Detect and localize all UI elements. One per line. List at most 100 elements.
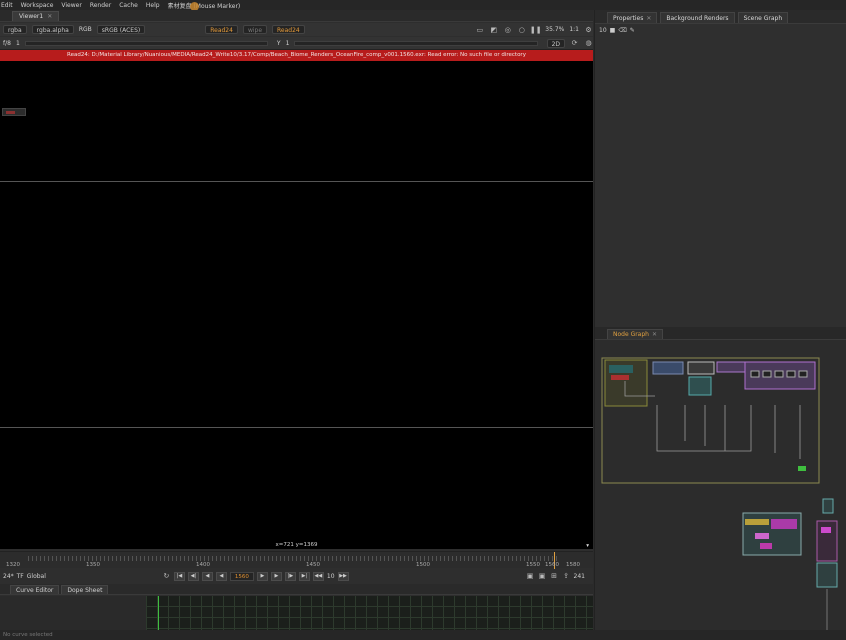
tab-background-renders-label: Background Renders xyxy=(666,15,729,22)
clear-icon[interactable]: ⌫ xyxy=(618,27,626,34)
tab-viewer1[interactable]: Viewer1 ✕ xyxy=(12,11,60,21)
menu-help[interactable]: Help xyxy=(146,2,160,9)
step-increment[interactable]: 10 xyxy=(327,573,335,580)
wipe-dropdown[interactable]: wipe xyxy=(242,25,268,34)
node-graph-canvas[interactable] xyxy=(595,341,846,630)
guide-line-bottom xyxy=(0,427,593,428)
out-point-icon[interactable]: ▣ xyxy=(538,572,547,581)
menu-viewer[interactable]: Viewer xyxy=(61,2,81,9)
menu-workspace[interactable]: Workspace xyxy=(21,2,54,9)
export-icon[interactable]: ⇪ xyxy=(562,572,571,581)
fstop-label: f/8 xyxy=(3,39,11,47)
menu-cache[interactable]: Cache xyxy=(119,2,138,9)
channels-dropdown[interactable]: rgba xyxy=(3,25,27,34)
input-b-dropdown[interactable]: Read24 xyxy=(272,25,305,34)
timeline[interactable]: 1320 1350 1400 1450 1500 1550 1560 1580 xyxy=(0,551,593,569)
proxy-dropdown[interactable]: 1:1 xyxy=(569,26,579,33)
gain-slider[interactable] xyxy=(24,40,268,46)
overlay-icon[interactable]: ◎ xyxy=(503,25,512,34)
tab-scene-graph[interactable]: Scene Graph xyxy=(737,12,789,23)
clipping-icon[interactable]: ◩ xyxy=(489,25,498,34)
coords-text: x=721 y=1369 xyxy=(275,542,318,548)
tab-curve-editor[interactable]: Curve Editor xyxy=(10,585,60,594)
pixel-coordinates: x=721 y=1369 ▾ xyxy=(0,541,593,549)
pause-icon[interactable]: ❚❚ xyxy=(530,25,542,34)
close-icon[interactable]: ✕ xyxy=(47,13,52,20)
refresh-icon[interactable]: ⟳ xyxy=(570,39,579,48)
node xyxy=(755,533,769,539)
node-write xyxy=(798,466,806,471)
current-frame-field[interactable]: 1560 xyxy=(229,571,254,581)
edit-icon[interactable]: ✎ xyxy=(630,27,635,34)
max-panels-field[interactable]: 10 xyxy=(599,27,607,34)
in-point-icon[interactable]: ▣ xyxy=(526,572,535,581)
node xyxy=(798,370,808,378)
node xyxy=(750,370,760,378)
lut-icon[interactable]: ○ xyxy=(517,25,526,34)
tab-properties[interactable]: Properties ✕ xyxy=(607,12,658,23)
skip-forward-button[interactable]: ▶▶ xyxy=(337,571,349,581)
node xyxy=(786,370,796,378)
menu-plugin[interactable]: 素材复盘 (Mouse Marker) xyxy=(168,1,241,10)
step-back-button[interactable]: ◀ xyxy=(201,571,213,581)
bottom-tab-bar: Curve Editor Dope Sheet xyxy=(0,584,593,595)
input-a-dropdown[interactable]: Read24 xyxy=(205,25,238,34)
zoom-dropdown[interactable]: 35.7% xyxy=(545,26,564,33)
prev-keyframe-button[interactable]: ◀| xyxy=(187,571,199,581)
loop-icon[interactable]: ↻ xyxy=(162,572,171,581)
first-frame-button[interactable]: |◀ xyxy=(173,571,185,581)
format-indicator xyxy=(2,108,26,116)
tick-label: 1560 xyxy=(545,562,559,568)
play-backward-button[interactable]: ◀ xyxy=(215,571,227,581)
properties-toolbar: 10 ■ ⌫ ✎ xyxy=(599,27,635,34)
tab-properties-label: Properties xyxy=(613,15,644,22)
next-keyframe-button[interactable]: |▶ xyxy=(284,571,296,581)
tf-dropdown[interactable]: TF xyxy=(17,573,24,580)
tab-dope-sheet[interactable]: Dope Sheet xyxy=(61,585,109,594)
node xyxy=(771,519,797,529)
display-dropdown[interactable]: sRGB (ACES) xyxy=(96,25,146,34)
expand-icon[interactable]: ▾ xyxy=(586,542,589,550)
node xyxy=(611,375,629,380)
viewer-canvas[interactable] xyxy=(0,61,593,541)
timeline-numbers: 1320 1350 1400 1450 1500 1550 1560 1580 xyxy=(0,562,593,569)
wipe-toggle-icon[interactable]: ◍ xyxy=(584,39,593,48)
roi-icon[interactable]: ▭ xyxy=(475,25,484,34)
node xyxy=(816,562,838,588)
close-icon[interactable]: ✕ xyxy=(646,15,651,22)
menu-bar: Edit Workspace Viewer Render Cache Help … xyxy=(0,0,846,10)
view-mode-dropdown[interactable]: 2D xyxy=(546,38,565,48)
range-icon[interactable]: ⊞ xyxy=(550,572,559,581)
settings-icon[interactable]: ⚙ xyxy=(584,25,593,34)
node-connections xyxy=(624,381,801,459)
status-bar: No curve selected xyxy=(0,630,846,640)
step-forward-button[interactable]: ▶ xyxy=(270,571,282,581)
node-graph-panel: Node Graph ✕ xyxy=(594,327,846,630)
node-graph-drawing xyxy=(601,357,838,630)
skip-back-button[interactable]: ◀◀ xyxy=(312,571,324,581)
colorspace-label[interactable]: RGB xyxy=(79,26,92,33)
node xyxy=(822,498,834,514)
error-banner: Read24: D:/Material Library/Nuanious/MED… xyxy=(0,50,593,61)
gain-value[interactable]: 1 xyxy=(16,40,20,47)
tab-node-graph[interactable]: Node Graph ✕ xyxy=(607,329,664,339)
gamma-value[interactable]: 1 xyxy=(286,40,290,47)
tick-label: 1320 xyxy=(6,562,20,568)
lock-icon[interactable]: ■ xyxy=(610,27,616,34)
gamma-label: Y xyxy=(276,39,281,47)
layer-dropdown[interactable]: rgba.alpha xyxy=(31,25,74,34)
menu-edit[interactable]: Edit xyxy=(1,2,13,9)
tab-viewer1-label: Viewer1 xyxy=(19,13,44,20)
range-end-field[interactable]: 241 xyxy=(574,573,585,580)
gamma-slider[interactable] xyxy=(294,40,538,46)
viewer-panel: Viewer1 ✕ rgba rgba.alpha RGB sRGB (ACES)… xyxy=(0,10,593,640)
tab-background-renders[interactable]: Background Renders xyxy=(660,12,735,23)
last-frame-button[interactable]: ▶| xyxy=(298,571,310,581)
fps-dropdown[interactable]: 24* xyxy=(3,573,14,580)
guide-line-top xyxy=(0,181,593,182)
close-icon[interactable]: ✕ xyxy=(652,331,657,338)
menu-render[interactable]: Render xyxy=(90,2,111,9)
node xyxy=(821,527,831,533)
play-forward-button[interactable]: ▶ xyxy=(256,571,268,581)
scope-dropdown[interactable]: Global xyxy=(27,573,46,580)
